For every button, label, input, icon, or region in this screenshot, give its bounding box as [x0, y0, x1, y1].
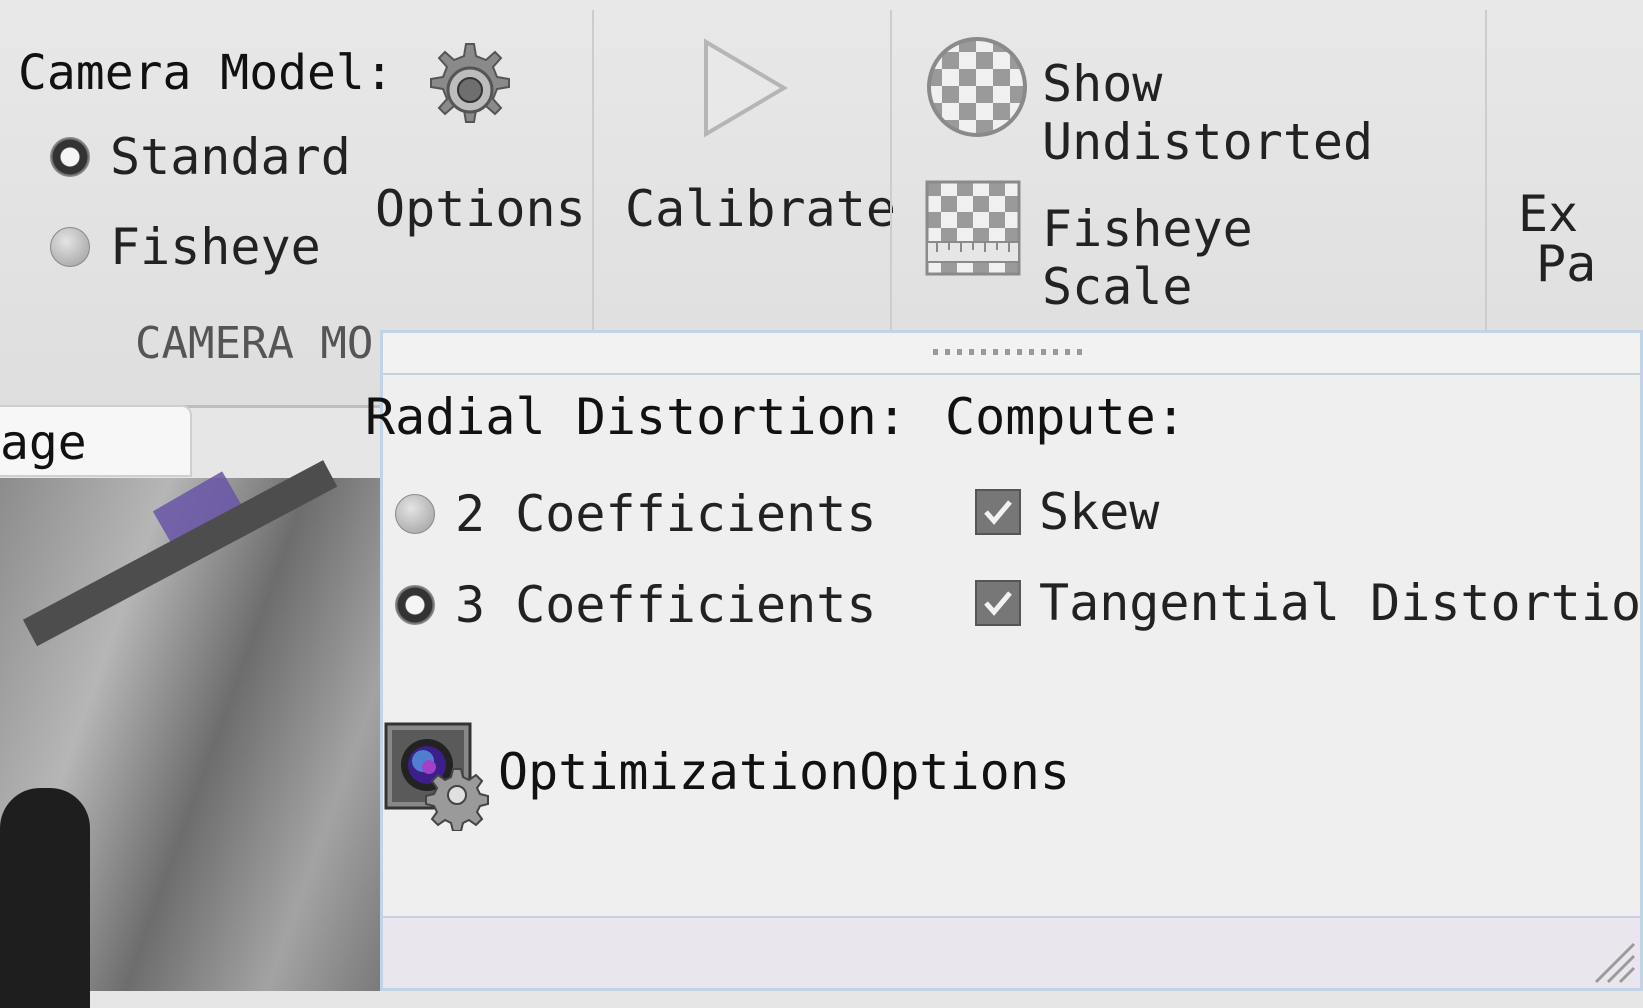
checkbox-skew-box[interactable]	[975, 489, 1021, 535]
fisheye-scale-button[interactable]: Fisheye Scale	[925, 180, 1395, 316]
export-button[interactable]: Ex Pa	[1518, 180, 1643, 300]
radio-3-coefficients-label: 3 Coefficients	[455, 576, 877, 634]
camera-gear-icon	[384, 722, 489, 831]
options-popup: Radial Distortion: Compute: 2 Coefficien…	[365, 330, 1643, 991]
checkbox-skew[interactable]: Skew	[975, 483, 1159, 541]
show-undistorted-button[interactable]: Show Undistorted	[925, 35, 1465, 171]
radio-2-coefficients[interactable]: 2 Coefficients	[395, 485, 876, 543]
checkerboard-scale-icon	[925, 180, 1021, 276]
checkmark-icon	[984, 591, 1012, 616]
play-icon	[704, 38, 788, 138]
compute-label: Compute:	[945, 388, 1186, 446]
checkmark-icon	[984, 500, 1012, 525]
document-tab-label: age	[0, 415, 87, 471]
radio-2-coefficients-label: 2 Coefficients	[455, 485, 877, 543]
resize-grip-icon[interactable]	[1586, 934, 1636, 984]
radio-standard[interactable]: Standard	[50, 128, 351, 186]
optimization-options-button[interactable]: OptimizationOptions	[383, 721, 1070, 831]
grip-dots	[933, 349, 1083, 355]
show-undistorted-label: Show Undistorted	[1042, 55, 1374, 171]
radio-2-coefficients-indicator[interactable]	[395, 494, 435, 534]
export-label-line2: Pa	[1536, 235, 1597, 293]
camera-model-section-title: CAMERA MO	[135, 318, 374, 369]
radio-3-coefficients[interactable]: 3 Coefficients	[395, 576, 876, 634]
checkbox-tangential-distortion[interactable]: Tangential Distortion	[975, 574, 1643, 632]
calibrate-button[interactable]: Calibrate	[625, 30, 896, 260]
optimization-options-label: OptimizationOptions	[498, 743, 1070, 801]
fisheye-scale-label: Fisheye Scale	[1042, 200, 1253, 316]
checkbox-tangential-label: Tangential Distortion	[1039, 574, 1643, 632]
calibration-image	[0, 460, 380, 1008]
popup-grip[interactable]	[383, 333, 1640, 375]
radio-3-coefficients-indicator[interactable]	[395, 585, 435, 625]
document-tab[interactable]: age	[0, 405, 192, 477]
checkbox-tangential-box[interactable]	[975, 580, 1021, 626]
image-detail	[0, 788, 90, 1008]
popup-footer	[383, 916, 1640, 988]
checkerboard-ball-icon	[927, 37, 1027, 137]
checkbox-skew-label: Skew	[1039, 483, 1160, 541]
radio-fisheye[interactable]: Fisheye	[50, 218, 321, 276]
camera-model-label: Camera Model:	[18, 45, 394, 101]
radial-distortion-label: Radial Distortion:	[365, 388, 907, 446]
options-label: Options	[375, 180, 586, 238]
radio-fisheye-label: Fisheye	[110, 218, 321, 276]
gear-icon	[430, 43, 510, 123]
radio-fisheye-indicator[interactable]	[50, 227, 90, 267]
options-button[interactable]: Options	[375, 30, 586, 260]
radio-standard-label: Standard	[110, 128, 351, 186]
image-detail	[22, 460, 338, 647]
calibrate-label: Calibrate	[625, 180, 896, 238]
radio-standard-indicator[interactable]	[50, 137, 90, 177]
